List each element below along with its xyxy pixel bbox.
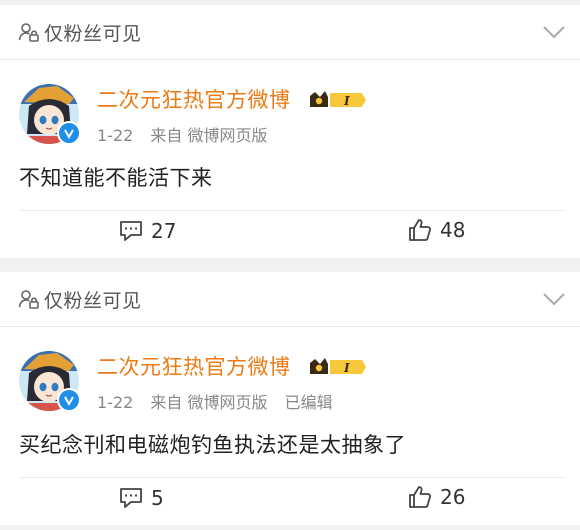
comment-button[interactable]: 27 — [119, 219, 176, 243]
vip-level: I — [343, 94, 350, 108]
comment-count: 27 — [151, 219, 177, 243]
edited-label[interactable]: 已编辑 — [285, 393, 333, 412]
lock-person-icon — [18, 288, 40, 310]
comment-button[interactable]: 5 — [119, 486, 164, 510]
post-source: 来自 微博网页版 — [150, 126, 268, 145]
lock-person-icon — [18, 21, 40, 43]
post-text[interactable]: 不知道能不能活下来 — [19, 162, 213, 192]
like-count: 26 — [440, 485, 466, 509]
comment-count: 5 — [151, 486, 164, 510]
like-button[interactable]: 48 — [408, 218, 465, 242]
avatar[interactable] — [19, 84, 81, 145]
comment-bubble-icon — [120, 488, 142, 508]
author-name[interactable]: 二次元狂热官方微博 — [97, 84, 291, 114]
like-button[interactable]: 26 — [408, 485, 465, 509]
thumbs-up-icon — [409, 486, 432, 508]
divider — [19, 210, 566, 211]
chevron-down-icon[interactable] — [542, 290, 566, 308]
privacy-bar: 仅粉丝可见 — [0, 272, 580, 327]
author-name[interactable]: 二次元狂热官方微博 — [97, 351, 291, 381]
post-card: 仅粉丝可见 — [0, 272, 580, 525]
crown-level-badge-icon[interactable]: I — [308, 88, 366, 112]
post-header: 二次元狂热官方微博 I 1-22 来自 微博网页版 已编辑 — [0, 327, 580, 417]
crown-level-badge-icon[interactable]: I — [308, 355, 366, 379]
vip-level: I — [343, 361, 350, 375]
thumbs-up-icon — [409, 219, 432, 241]
verified-v-icon — [57, 121, 81, 145]
post-card: 仅粉丝可见 — [0, 5, 580, 258]
privacy-label: 仅粉丝可见 — [44, 289, 142, 312]
feed: 仅粉丝可见 二次元狂热官方微博 I 1-22 来自 微博网页版 不知道能不能活下… — [0, 5, 580, 525]
post-meta: 1-22 来自 微博网页版 — [97, 122, 292, 146]
verified-v-icon — [57, 388, 81, 412]
chevron-down-icon[interactable] — [542, 23, 566, 41]
post-source: 来自 微博网页版 — [150, 393, 268, 412]
divider — [19, 477, 566, 478]
post-meta: 1-22 来自 微博网页版 已编辑 — [97, 389, 345, 413]
comment-bubble-icon — [120, 221, 142, 241]
privacy-bar: 仅粉丝可见 — [0, 5, 580, 60]
post-text[interactable]: 买纪念刊和电磁炮钓鱼执法还是太抽象了 — [19, 429, 406, 459]
like-count: 48 — [440, 218, 466, 242]
privacy-label: 仅粉丝可见 — [44, 22, 142, 45]
avatar[interactable] — [19, 351, 81, 412]
post-header: 二次元狂热官方微博 I 1-22 来自 微博网页版 — [0, 60, 580, 150]
post-date: 1-22 — [97, 126, 134, 145]
post-date: 1-22 — [97, 393, 134, 412]
